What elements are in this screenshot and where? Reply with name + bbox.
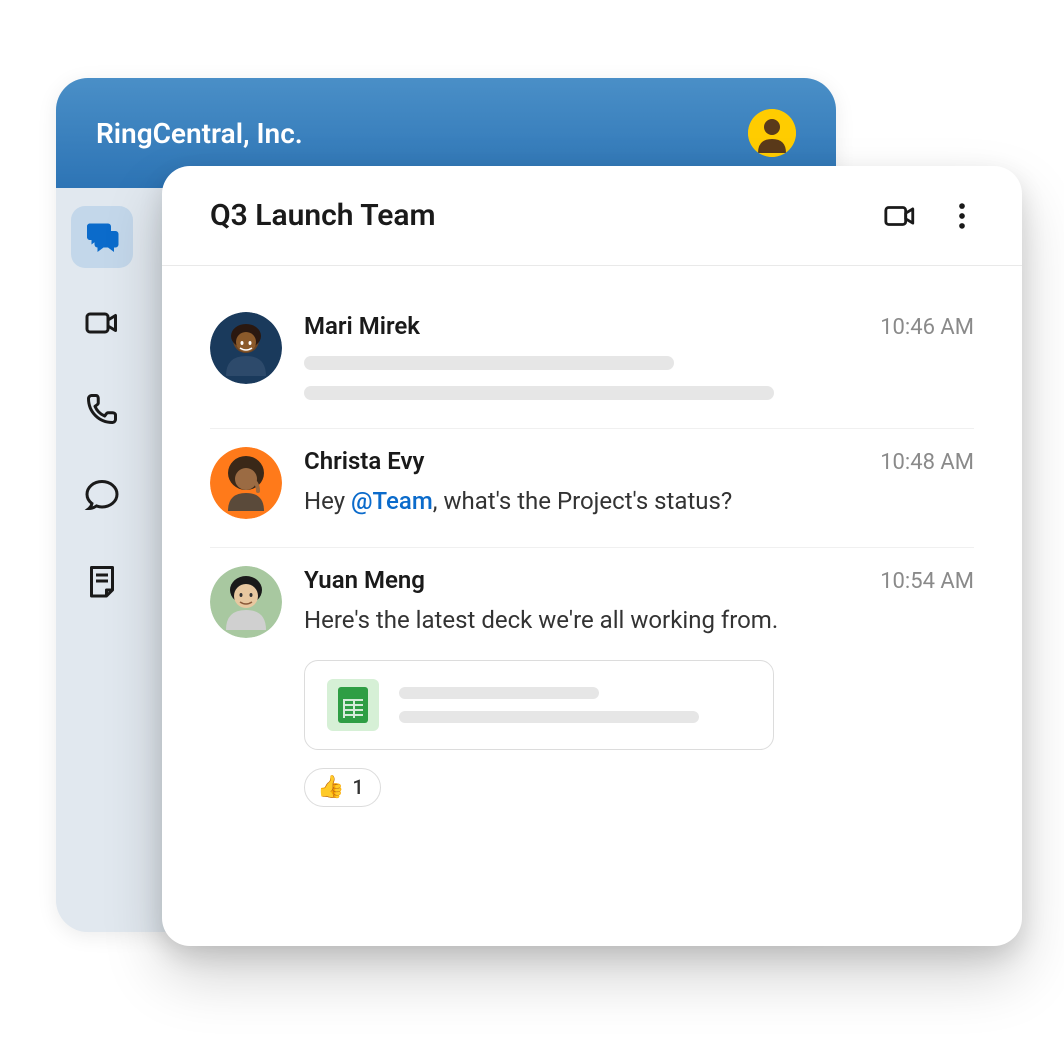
video-icon — [84, 305, 120, 341]
message-placeholder-line — [304, 356, 674, 370]
message-body: Here's the latest deck we're all working… — [304, 604, 974, 638]
chat-header-actions — [880, 196, 982, 236]
messages-icon — [84, 219, 120, 255]
message-placeholder-line — [304, 386, 774, 400]
org-title: RingCentral, Inc. — [96, 117, 303, 150]
avatar[interactable] — [210, 566, 282, 638]
chat-bubble-icon — [84, 477, 120, 513]
sidebar-item-messages[interactable] — [71, 206, 133, 268]
user-avatar[interactable] — [748, 109, 796, 157]
sidebar — [56, 188, 148, 932]
sidebar-item-chat[interactable] — [71, 464, 133, 526]
message-item: Mari Mirek 10:46 AM — [210, 294, 974, 429]
chat-message-list: Mari Mirek 10:46 AM Christa Evy 10:48 AM… — [162, 266, 1022, 835]
message-text: Hey — [304, 487, 351, 515]
message-author: Christa Evy — [304, 447, 424, 475]
video-icon — [883, 199, 917, 233]
sidebar-item-video[interactable] — [71, 292, 133, 354]
notes-icon — [84, 563, 120, 599]
message-body: Hey @Team, what's the Project's status? — [304, 485, 974, 519]
mention[interactable]: @Team — [351, 487, 433, 515]
reaction-button[interactable]: 👍 1 — [304, 768, 381, 807]
more-vertical-icon — [945, 199, 979, 233]
sidebar-item-notes[interactable] — [71, 550, 133, 612]
sidebar-item-phone[interactable] — [71, 378, 133, 440]
message-text: , what's the Project's status? — [433, 487, 733, 515]
phone-icon — [84, 391, 120, 427]
chat-panel: Q3 Launch Team Mari Mirek 10:46 AM — [162, 166, 1022, 946]
message-time: 10:46 AM — [880, 315, 974, 340]
message-content: Christa Evy 10:48 AM Hey @Team, what's t… — [304, 447, 974, 519]
avatar[interactable] — [210, 447, 282, 519]
sheets-icon — [327, 679, 379, 731]
channel-title: Q3 Launch Team — [210, 198, 436, 233]
reaction-count: 1 — [352, 775, 363, 799]
more-options-button[interactable] — [942, 196, 982, 236]
attachment-placeholder — [399, 687, 751, 723]
message-author: Yuan Meng — [304, 566, 425, 594]
thumbs-up-icon: 👍 — [317, 775, 344, 800]
message-content: Mari Mirek 10:46 AM — [304, 312, 974, 400]
start-video-button[interactable] — [880, 196, 920, 236]
attachment-card[interactable] — [304, 660, 774, 750]
chat-header: Q3 Launch Team — [162, 166, 1022, 266]
avatar[interactable] — [210, 312, 282, 384]
message-content: Yuan Meng 10:54 AM Here's the latest dec… — [304, 566, 974, 807]
message-author: Mari Mirek — [304, 312, 420, 340]
message-time: 10:48 AM — [880, 450, 974, 475]
message-item: Yuan Meng 10:54 AM Here's the latest dec… — [210, 548, 974, 835]
message-item: Christa Evy 10:48 AM Hey @Team, what's t… — [210, 429, 974, 548]
message-time: 10:54 AM — [880, 569, 974, 594]
